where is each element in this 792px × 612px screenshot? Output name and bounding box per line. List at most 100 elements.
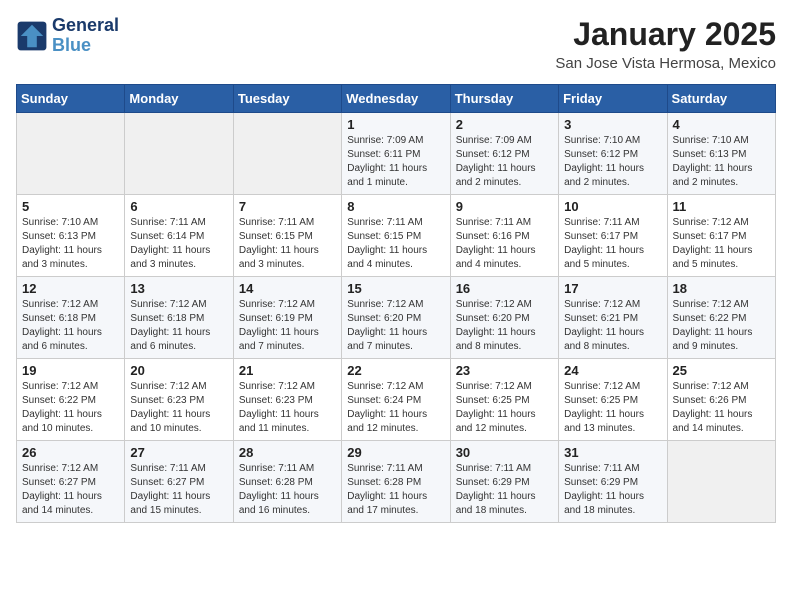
calendar-cell: 1 Sunrise: 7:09 AM Sunset: 6:11 PM Daylig… [342,113,450,195]
page-header: General Blue January 2025 San Jose Vista… [16,16,776,72]
calendar-cell: 19Sunrise: 7:12 AM Sunset: 6:22 PM Dayli… [17,359,125,441]
calendar-cell: 20 Sunrise: 7:12 AM Sunset: 6:23 PM Dayli… [125,359,233,441]
calendar-cell: 17 Sunrise: 7:12 AM Sunset: 6:21 PM Dayli… [559,277,667,359]
day-info: Sunrise: 7:11 AM Sunset: 6:15 PM Dayligh… [347,216,444,272]
day-number: 26 [22,445,119,460]
calendar-table: SundayMondayTuesdayWednesdayThursdayFrid… [16,84,776,523]
location-title: San Jose Vista Hermosa, Mexico [555,55,776,72]
calendar-cell: 8 Sunrise: 7:11 AM Sunset: 6:15 PM Daylig… [342,195,450,277]
calendar-cell [125,113,233,195]
calendar-cell [233,113,341,195]
day-info: Sunrise: 7:12 AM Sunset: 6:26 PM Dayligh… [673,380,770,436]
day-info: Sunrise: 7:09 AM Sunset: 6:11 PM Dayligh… [347,134,444,190]
day-info: Sunrise: 7:12 AM Sunset: 6:19 PM Dayligh… [239,298,336,354]
day-info: Sunrise: 7:11 AM Sunset: 6:15 PM Dayligh… [239,216,336,272]
calendar-cell: 4Sunrise: 7:10 AM Sunset: 6:13 PM Daylig… [667,113,775,195]
calendar-cell: 18 Sunrise: 7:12 AM Sunset: 6:22 PM Dayli… [667,277,775,359]
day-info: Sunrise: 7:10 AM Sunset: 6:13 PM Dayligh… [22,216,119,272]
calendar-cell: 25 Sunrise: 7:12 AM Sunset: 6:26 PM Dayli… [667,359,775,441]
day-number: 29 [347,445,444,460]
calendar-cell: 16 Sunrise: 7:12 AM Sunset: 6:20 PM Dayli… [450,277,558,359]
calendar-week-row: 1 Sunrise: 7:09 AM Sunset: 6:11 PM Daylig… [17,113,776,195]
calendar-day-header: Tuesday [233,85,341,113]
day-number: 11 [673,199,770,214]
day-number: 17 [564,281,661,296]
day-info: Sunrise: 7:12 AM Sunset: 6:18 PM Dayligh… [130,298,227,354]
day-number: 15 [347,281,444,296]
day-number: 5 [22,199,119,214]
day-info: Sunrise: 7:12 AM Sunset: 6:20 PM Dayligh… [347,298,444,354]
calendar-cell: 7Sunrise: 7:11 AM Sunset: 6:15 PM Daylig… [233,195,341,277]
day-number: 31 [564,445,661,460]
day-info: Sunrise: 7:12 AM Sunset: 6:23 PM Dayligh… [130,380,227,436]
title-block: January 2025 San Jose Vista Hermosa, Mex… [555,16,776,72]
day-number: 2 [456,117,553,132]
calendar-cell: 23 Sunrise: 7:12 AM Sunset: 6:25 PM Dayli… [450,359,558,441]
day-info: Sunrise: 7:12 AM Sunset: 6:25 PM Dayligh… [564,380,661,436]
day-number: 30 [456,445,553,460]
month-title: January 2025 [555,16,776,53]
calendar-cell: 15 Sunrise: 7:12 AM Sunset: 6:20 PM Dayli… [342,277,450,359]
day-number: 28 [239,445,336,460]
calendar-day-header: Wednesday [342,85,450,113]
day-number: 4 [673,117,770,132]
calendar-cell: 26Sunrise: 7:12 AM Sunset: 6:27 PM Dayli… [17,441,125,523]
day-info: Sunrise: 7:11 AM Sunset: 6:29 PM Dayligh… [456,462,553,518]
day-number: 22 [347,363,444,378]
day-number: 25 [673,363,770,378]
day-info: Sunrise: 7:12 AM Sunset: 6:25 PM Dayligh… [456,380,553,436]
day-number: 3 [564,117,661,132]
day-number: 8 [347,199,444,214]
calendar-cell: 24 Sunrise: 7:12 AM Sunset: 6:25 PM Dayli… [559,359,667,441]
day-number: 18 [673,281,770,296]
calendar-week-row: 5 Sunrise: 7:10 AM Sunset: 6:13 PM Daylig… [17,195,776,277]
day-number: 20 [130,363,227,378]
day-info: Sunrise: 7:12 AM Sunset: 6:22 PM Dayligh… [673,298,770,354]
calendar-cell: 5 Sunrise: 7:10 AM Sunset: 6:13 PM Daylig… [17,195,125,277]
calendar-cell: 31Sunrise: 7:11 AM Sunset: 6:29 PM Dayli… [559,441,667,523]
calendar-day-header: Monday [125,85,233,113]
day-number: 9 [456,199,553,214]
calendar-cell: 28Sunrise: 7:11 AM Sunset: 6:28 PM Dayli… [233,441,341,523]
calendar-cell: 6 Sunrise: 7:11 AM Sunset: 6:14 PM Daylig… [125,195,233,277]
day-number: 13 [130,281,227,296]
calendar-week-row: 12Sunrise: 7:12 AM Sunset: 6:18 PM Dayli… [17,277,776,359]
day-number: 19 [22,363,119,378]
day-info: Sunrise: 7:12 AM Sunset: 6:17 PM Dayligh… [673,216,770,272]
logo-icon [16,20,48,52]
calendar-cell: 30 Sunrise: 7:11 AM Sunset: 6:29 PM Dayli… [450,441,558,523]
day-number: 6 [130,199,227,214]
day-number: 14 [239,281,336,296]
day-info: Sunrise: 7:11 AM Sunset: 6:27 PM Dayligh… [130,462,227,518]
calendar-cell: 9 Sunrise: 7:11 AM Sunset: 6:16 PM Daylig… [450,195,558,277]
day-info: Sunrise: 7:12 AM Sunset: 6:24 PM Dayligh… [347,380,444,436]
calendar-day-header: Saturday [667,85,775,113]
day-info: Sunrise: 7:11 AM Sunset: 6:16 PM Dayligh… [456,216,553,272]
calendar-week-row: 26Sunrise: 7:12 AM Sunset: 6:27 PM Dayli… [17,441,776,523]
day-number: 24 [564,363,661,378]
day-info: Sunrise: 7:11 AM Sunset: 6:14 PM Dayligh… [130,216,227,272]
calendar-day-header: Sunday [17,85,125,113]
day-number: 21 [239,363,336,378]
calendar-cell: 2Sunrise: 7:09 AM Sunset: 6:12 PM Daylig… [450,113,558,195]
day-info: Sunrise: 7:12 AM Sunset: 6:21 PM Dayligh… [564,298,661,354]
calendar-week-row: 19Sunrise: 7:12 AM Sunset: 6:22 PM Dayli… [17,359,776,441]
day-number: 1 [347,117,444,132]
day-number: 10 [564,199,661,214]
calendar-cell: 14 Sunrise: 7:12 AM Sunset: 6:19 PM Dayli… [233,277,341,359]
calendar-cell: 10Sunrise: 7:11 AM Sunset: 6:17 PM Dayli… [559,195,667,277]
calendar-day-header: Friday [559,85,667,113]
day-info: Sunrise: 7:12 AM Sunset: 6:20 PM Dayligh… [456,298,553,354]
day-number: 27 [130,445,227,460]
calendar-day-header: Thursday [450,85,558,113]
day-info: Sunrise: 7:10 AM Sunset: 6:12 PM Dayligh… [564,134,661,190]
calendar-cell: 11 Sunrise: 7:12 AM Sunset: 6:17 PM Dayli… [667,195,775,277]
calendar-cell: 12Sunrise: 7:12 AM Sunset: 6:18 PM Dayli… [17,277,125,359]
calendar-cell: 3 Sunrise: 7:10 AM Sunset: 6:12 PM Daylig… [559,113,667,195]
calendar-header-row: SundayMondayTuesdayWednesdayThursdayFrid… [17,85,776,113]
day-info: Sunrise: 7:11 AM Sunset: 6:28 PM Dayligh… [347,462,444,518]
day-info: Sunrise: 7:12 AM Sunset: 6:18 PM Dayligh… [22,298,119,354]
logo: General Blue [16,16,119,56]
day-number: 16 [456,281,553,296]
day-number: 23 [456,363,553,378]
